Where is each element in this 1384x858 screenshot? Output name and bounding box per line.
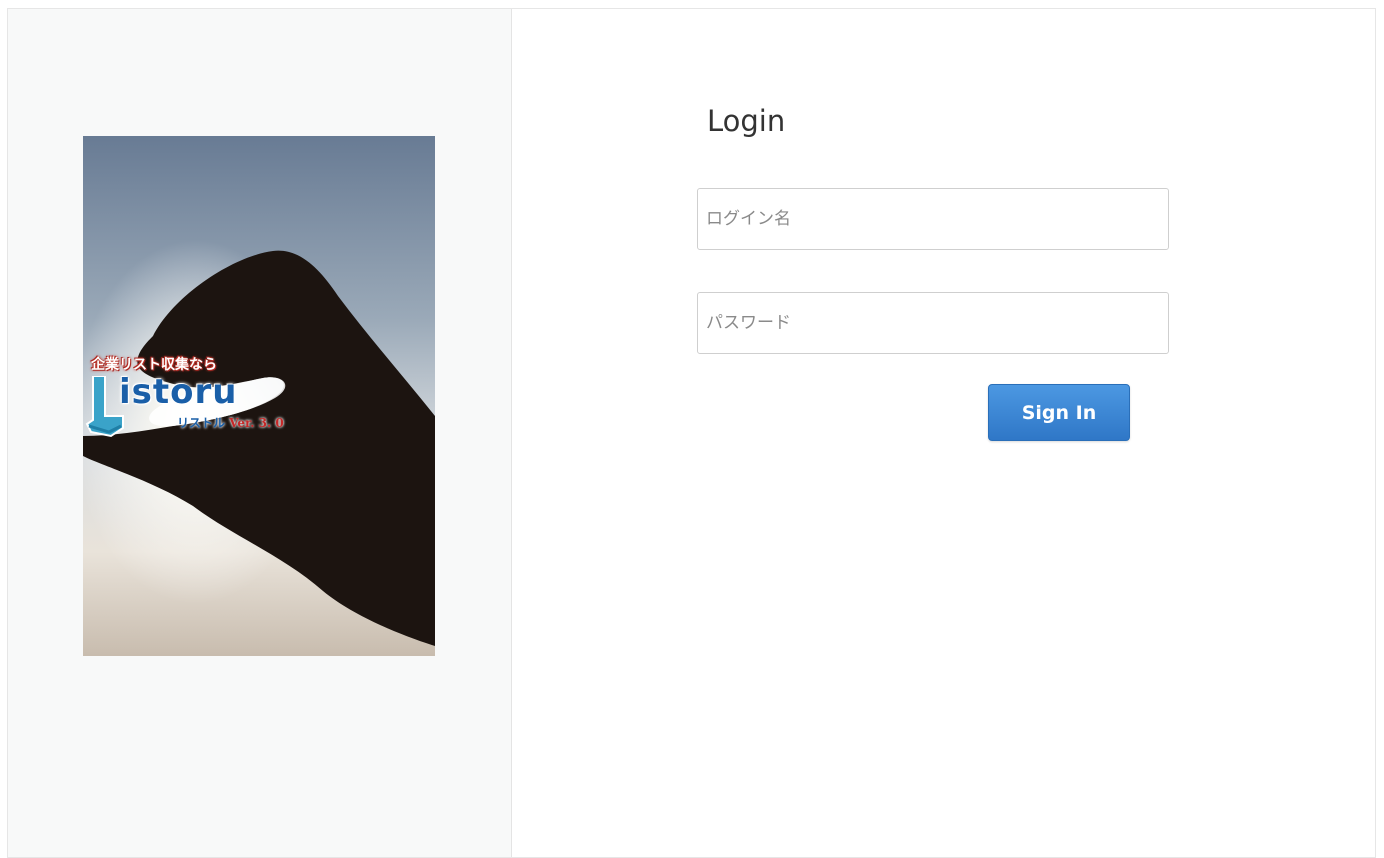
brand-subtitle: リストル Ver. 3. 0 <box>177 414 284 431</box>
login-name-input[interactable] <box>697 188 1169 250</box>
brand-name: istoru <box>119 372 238 412</box>
left-panel: 企業リスト収集なら istoru リストル Ver. 3. 0 <box>8 9 512 857</box>
brand-version: Ver. 3. 0 <box>229 416 284 430</box>
brand-logo: istoru リストル Ver. 3. 0 <box>85 368 315 438</box>
hero-image: 企業リスト収集なら istoru リストル Ver. 3. 0 <box>83 136 435 656</box>
login-page: 企業リスト収集なら istoru リストル Ver. 3. 0 Login Si… <box>7 8 1376 858</box>
sign-in-button[interactable]: Sign In <box>988 384 1130 441</box>
brand-subtitle-jp: リストル <box>177 416 226 430</box>
login-title: Login <box>707 104 786 138</box>
password-input[interactable] <box>697 292 1169 354</box>
